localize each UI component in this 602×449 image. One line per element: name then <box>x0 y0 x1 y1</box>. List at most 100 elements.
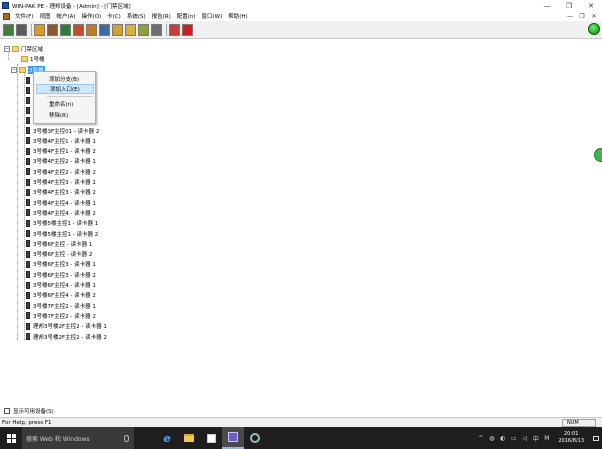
menu-window[interactable]: 窗口(W) <box>199 12 226 20</box>
tree-reader-node[interactable]: 3号楼5楼主控1 - 读卡器 2 <box>26 229 98 238</box>
exit-icon[interactable] <box>182 23 193 36</box>
taskbar-app[interactable] <box>244 427 266 449</box>
tree-reader-node[interactable]: 3号楼6F主控4 - 读卡器 1 <box>26 281 96 290</box>
tree-reader-node[interactable]: 理邦3号楼2F主控2 - 读卡器 1 <box>26 322 107 331</box>
tree-reader-label[interactable]: 3号楼4F主控2 - 读卡器 2 <box>33 168 96 176</box>
tree-reader-hidden[interactable] <box>26 116 33 125</box>
menu-file[interactable]: 文件(F) <box>12 12 36 20</box>
alarm-icon[interactable] <box>125 23 136 36</box>
side-widget-icon[interactable] <box>594 148 602 162</box>
tree-reader-node[interactable]: 3号楼4F主控3 - 读卡器 1 <box>26 178 96 187</box>
tree-root-label[interactable]: 门禁区域 <box>21 45 43 53</box>
menu-view[interactable]: 视图 <box>36 12 53 20</box>
tree-reader-hidden[interactable] <box>26 86 33 95</box>
tree-reader-label[interactable]: 3号楼4F主控1 - 读卡器 2 <box>33 147 96 155</box>
document-window-icon[interactable] <box>3 12 10 20</box>
tree-reader-label[interactable]: 3号楼6F主控 - 读卡器 1 <box>33 240 92 248</box>
tree-reader-label[interactable]: 理邦3号楼2F主控2 - 读卡器 1 <box>33 322 107 330</box>
tree-reader-label[interactable]: 3号楼4F主控3 - 读卡器 1 <box>33 178 96 186</box>
person-icon[interactable] <box>60 23 71 36</box>
tree-reader-node[interactable]: 3号楼7F主控2 - 读卡器 1 <box>26 301 96 310</box>
tree-reader-node[interactable]: 3号楼6F主控4 - 读卡器 2 <box>26 291 96 300</box>
tree-reader-label[interactable]: 3号楼4F主控1 - 读卡器 1 <box>33 137 96 145</box>
chevron-up-icon[interactable]: ^ <box>477 435 484 442</box>
tree-reader-node[interactable]: 理邦3号楼2F主控2 - 读卡器 2 <box>26 332 107 341</box>
shield-icon[interactable]: ◐ <box>499 435 506 442</box>
tree-reader-label[interactable]: 3号楼6F主控 - 读卡器 2 <box>33 250 92 258</box>
power-icon[interactable]: ◍ <box>488 435 495 442</box>
taskbar-search[interactable]: 搜索 Web 和 Windows <box>22 427 134 449</box>
menu-config[interactable]: 配置(n) <box>174 12 199 20</box>
calendar-icon[interactable] <box>112 23 123 36</box>
tree-reader-label[interactable]: 3号楼7F主控2 - 读卡器 2 <box>33 312 96 320</box>
tree-reader-hidden[interactable] <box>26 106 33 115</box>
tree-reader-label[interactable]: 3号楼6F主控3 - 读卡器 1 <box>33 260 96 268</box>
tree-reader-label[interactable]: 3号楼4F主控4 - 读卡器 2 <box>33 209 96 217</box>
ctx-add-entrance[interactable]: 添加入口(E) <box>36 84 94 94</box>
tree-reader-node[interactable]: 3号楼6F主控 - 读卡器 2 <box>26 250 92 259</box>
tree-reader-label[interactable]: 3号楼4F主控4 - 读卡器 1 <box>33 199 96 207</box>
tree-reader-hidden[interactable] <box>26 96 33 105</box>
tree-reader-label[interactable]: 3号楼5楼主控1 - 读卡器 2 <box>33 230 98 238</box>
menu-system[interactable]: 系统(S) <box>124 12 149 20</box>
collapse-icon[interactable]: − <box>4 45 10 52</box>
tree-reader-label[interactable]: 3号楼6F主控3 - 读卡器 2 <box>33 271 96 279</box>
menu-account[interactable]: 帐户(A) <box>53 12 78 20</box>
tree-node-root[interactable]: − 门禁区域 <box>4 44 43 53</box>
menu-card[interactable]: 卡(C) <box>104 12 124 20</box>
doc-close-button[interactable]: ✕ <box>588 13 600 20</box>
volume-icon[interactable]: ◁ <box>521 435 528 442</box>
taskbar-file-explorer[interactable] <box>178 427 200 449</box>
tree-reader-node[interactable]: 3号楼4F主控1 - 读卡器 2 <box>26 147 96 156</box>
tree-reader-label[interactable]: 3号楼4F主控2 - 读卡器 1 <box>33 157 96 165</box>
taskbar-winpak[interactable] <box>222 427 244 449</box>
action-center-button[interactable] <box>590 427 602 449</box>
restart-icon[interactable] <box>169 23 180 36</box>
tree-reader-label[interactable]: 理邦3号楼2F主控2 - 读卡器 2 <box>33 333 107 341</box>
show-devices-checkbox[interactable]: 显示可用设备(S) <box>4 407 54 415</box>
tree-reader-node[interactable]: 3号楼6F主控 - 读卡器 1 <box>26 239 92 248</box>
tree-reader-node[interactable]: 3号楼3F主控01 - 读卡器 2 <box>26 126 99 135</box>
key-icon[interactable] <box>73 23 84 36</box>
collapse-icon[interactable]: − <box>11 66 17 73</box>
doc-minimize-button[interactable]: — <box>564 13 576 20</box>
tree-reader-node[interactable]: 3号楼4F主控1 - 读卡器 1 <box>26 136 96 145</box>
tree-reader-node[interactable]: 3号楼4F主控3 - 读卡器 2 <box>26 188 96 197</box>
checkbox-icon[interactable] <box>4 408 10 414</box>
minimize-button[interactable]: — <box>536 0 558 11</box>
tree-reader-node[interactable]: 3号楼5楼主控1 - 读卡器 1 <box>26 219 98 228</box>
tree-reader-node[interactable]: 3号楼7F主控2 - 读卡器 2 <box>26 311 96 320</box>
door-icon[interactable] <box>3 23 14 36</box>
book-icon[interactable] <box>47 23 58 36</box>
tree-reader-label[interactable]: 3号楼6F主控4 - 读卡器 2 <box>33 291 96 299</box>
tree-node-building-1[interactable]: 1号楼 <box>19 54 45 63</box>
clock[interactable]: 20:01 2016/8/13 <box>558 431 584 445</box>
menu-operation[interactable]: 操作(O) <box>79 12 105 20</box>
ctx-remove[interactable]: 移除(R) <box>36 110 94 120</box>
ctx-add-branch[interactable]: 添加分支(B) <box>36 74 94 84</box>
input-language[interactable]: 中 <box>532 435 539 443</box>
map-icon[interactable] <box>86 23 97 36</box>
printer-icon[interactable] <box>151 23 162 36</box>
tree-reader-label[interactable]: 3号楼4F主控3 - 读卡器 2 <box>33 188 96 196</box>
tree-reader-label[interactable]: 3号楼6F主控4 - 读卡器 1 <box>33 281 96 289</box>
tree-reader-node[interactable]: 3号楼6F主控3 - 读卡器 2 <box>26 270 96 279</box>
tree-reader-node[interactable]: 3号楼4F主控2 - 读卡器 1 <box>26 157 96 166</box>
taskbar-store[interactable] <box>200 427 222 449</box>
start-button[interactable] <box>0 427 22 449</box>
tree-reader-node[interactable]: 3号楼4F主控2 - 读卡器 2 <box>26 167 96 176</box>
tree-building-1-label[interactable]: 1号楼 <box>30 55 45 63</box>
note-icon[interactable] <box>138 23 149 36</box>
report-icon[interactable] <box>99 23 110 36</box>
close-button[interactable]: ✕ <box>580 0 602 11</box>
network-icon[interactable]: ▭ <box>510 435 517 442</box>
menu-help[interactable]: 帮助(H) <box>225 12 250 20</box>
tree-reader-hidden[interactable] <box>26 76 33 85</box>
restore-button[interactable]: ❐ <box>558 0 580 11</box>
tree-reader-node[interactable]: 3号楼4F主控4 - 读卡器 2 <box>26 208 96 217</box>
ime-icon[interactable]: M <box>543 435 550 442</box>
tree-reader-label[interactable]: 3号楼5楼主控1 - 读卡器 1 <box>33 219 98 227</box>
grid-icon[interactable] <box>16 23 27 36</box>
card-icon[interactable] <box>34 23 45 36</box>
doc-restore-button[interactable]: ❐ <box>576 13 588 20</box>
